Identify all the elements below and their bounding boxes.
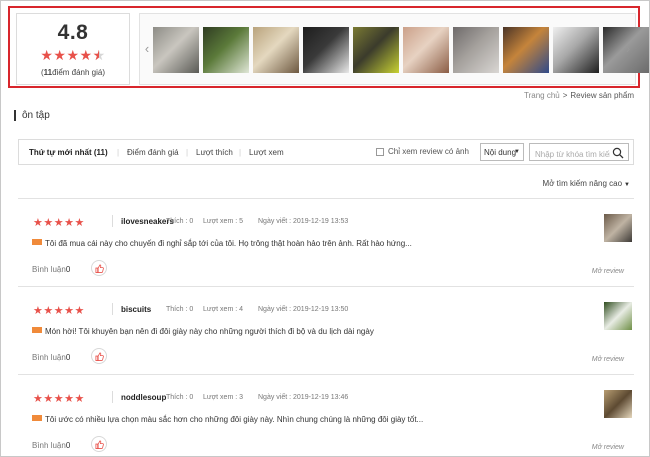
review-item: ★★★★★ biscuits Thích : 0 Lượt xem : 4 Ngày v…	[18, 286, 634, 374]
photo-thumbnail[interactable]	[353, 27, 399, 73]
review-likes: Thích : 0	[166, 394, 194, 401]
open-review-link[interactable]: Mở review	[592, 356, 624, 363]
thumbs-up-icon	[95, 264, 104, 273]
review-text[interactable]: Tôi ước có nhiều lựa chọn màu sắc hơn ch…	[32, 415, 423, 424]
search-field-select[interactable]: Nội dung ▼	[480, 143, 524, 161]
review-likes: Thích : 0	[166, 306, 194, 313]
review-views: Lượt xem : 4	[203, 306, 244, 313]
chevron-down-icon: ▼	[624, 182, 630, 188]
tab-rating[interactable]: Điểm đánh giá	[127, 148, 179, 157]
comment-count[interactable]: Bình luận0	[32, 441, 70, 450]
review-stars: ★★★★★	[33, 217, 85, 229]
breadcrumb-home[interactable]: Trang chủ	[524, 91, 560, 100]
review-list: ★★★★★ ilovesneakers Thích : 0 Lượt xem : 5N…	[18, 198, 634, 457]
review-item: ★★★★★ ilovesneakers Thích : 0 Lượt xem : 5N…	[18, 198, 634, 286]
review-views: Lượt xem : 5	[203, 218, 244, 225]
section-title: ôn tập	[14, 110, 50, 121]
review-date: Ngày viết : 2019-12-19 13:53	[258, 218, 349, 225]
review-text[interactable]: Tôi đã mua cái này cho chuyến đi nghỉ sắ…	[32, 239, 412, 248]
carousel-prev-icon[interactable]: ‹	[141, 14, 153, 84]
photo-thumbnail[interactable]	[203, 27, 249, 73]
photo-thumbnail[interactable]	[253, 27, 299, 73]
new-badge-icon	[32, 327, 42, 333]
filter-bar: Thứ tự mới nhất (11) | Điểm đánh giá | L…	[18, 139, 634, 165]
like-button[interactable]	[91, 260, 107, 276]
photo-thumbnail[interactable]	[403, 27, 449, 73]
tab-newest[interactable]: Thứ tự mới nhất (11)	[29, 148, 108, 157]
review-photo[interactable]	[604, 302, 632, 330]
photo-thumbnail[interactable]	[153, 27, 199, 73]
new-badge-icon	[32, 415, 42, 421]
photo-thumbnail[interactable]	[453, 27, 499, 73]
like-button[interactable]	[91, 348, 107, 364]
tab-likes[interactable]: Lượt thích	[196, 148, 233, 157]
thumbs-up-icon	[95, 440, 104, 449]
open-review-link[interactable]: Mở review	[592, 268, 624, 275]
review-date: Ngày viết : 2019-12-19 13:46	[258, 394, 349, 401]
divider	[112, 215, 113, 227]
photo-thumbnail[interactable]	[303, 27, 349, 73]
review-summary: 4.8 ★★★★★ (11điểm đánh giá) ‹ ›	[8, 6, 649, 88]
chevron-down-icon: ▼	[514, 149, 520, 155]
photo-only-label: Chỉ xem review có ảnh	[388, 147, 469, 156]
search-icon[interactable]	[612, 147, 624, 159]
tab-divider: |	[239, 148, 242, 157]
review-photo[interactable]	[604, 390, 632, 418]
comment-count[interactable]: Bình luận0	[32, 265, 70, 274]
open-review-link[interactable]: Mở review	[592, 444, 624, 451]
rating-count: (11điểm đánh giá)	[40, 68, 106, 77]
search-box	[529, 143, 629, 163]
breadcrumb-current: Review sản phẩm	[570, 91, 634, 100]
review-photo[interactable]	[604, 214, 632, 242]
review-views: Lượt xem : 3	[203, 394, 244, 401]
review-stars: ★★★★★	[33, 305, 85, 317]
tab-views[interactable]: Lượt xem	[249, 148, 284, 157]
divider	[112, 391, 113, 403]
tab-divider: |	[117, 148, 120, 157]
review-text[interactable]: Món hời! Tôi khuyên bạn nên đi đôi giày …	[32, 327, 374, 336]
photo-only-checkbox[interactable]	[376, 148, 384, 156]
comment-count[interactable]: Bình luận0	[32, 353, 70, 362]
thumbs-up-icon	[95, 352, 104, 361]
photo-thumbnail[interactable]	[503, 27, 549, 73]
carousel-next-icon[interactable]: ›	[622, 14, 634, 84]
average-score: 4.8	[57, 21, 89, 44]
breadcrumb-separator: >	[562, 91, 568, 100]
like-button[interactable]	[91, 436, 107, 452]
photo-thumbnails	[153, 27, 649, 73]
review-username: noddlesoup	[121, 393, 167, 402]
review-item: ★★★★★ noddlesoup Thích : 0 Lượt xem : 3 Ngày…	[18, 374, 634, 457]
new-badge-icon	[32, 239, 42, 245]
breadcrumb: Trang chủ > Review sản phẩm	[524, 91, 634, 100]
advanced-search-toggle[interactable]: Mở tìm kiếm nâng cao ▼	[543, 179, 630, 188]
score-card: 4.8 ★★★★★ (11điểm đánh giá)	[16, 13, 130, 85]
average-stars: ★★★★★	[17, 47, 129, 64]
search-input[interactable]	[530, 146, 610, 163]
review-stars: ★★★★★	[33, 393, 85, 405]
half-star-icon: ★	[93, 47, 106, 64]
review-likes: Thích : 0	[166, 218, 194, 225]
tab-divider: |	[186, 148, 189, 157]
photo-carousel: ‹ ›	[139, 13, 649, 85]
review-date: Ngày viết : 2019-12-19 13:50	[258, 306, 349, 313]
photo-thumbnail[interactable]	[553, 27, 599, 73]
divider	[112, 303, 113, 315]
review-username: biscuits	[121, 305, 152, 314]
